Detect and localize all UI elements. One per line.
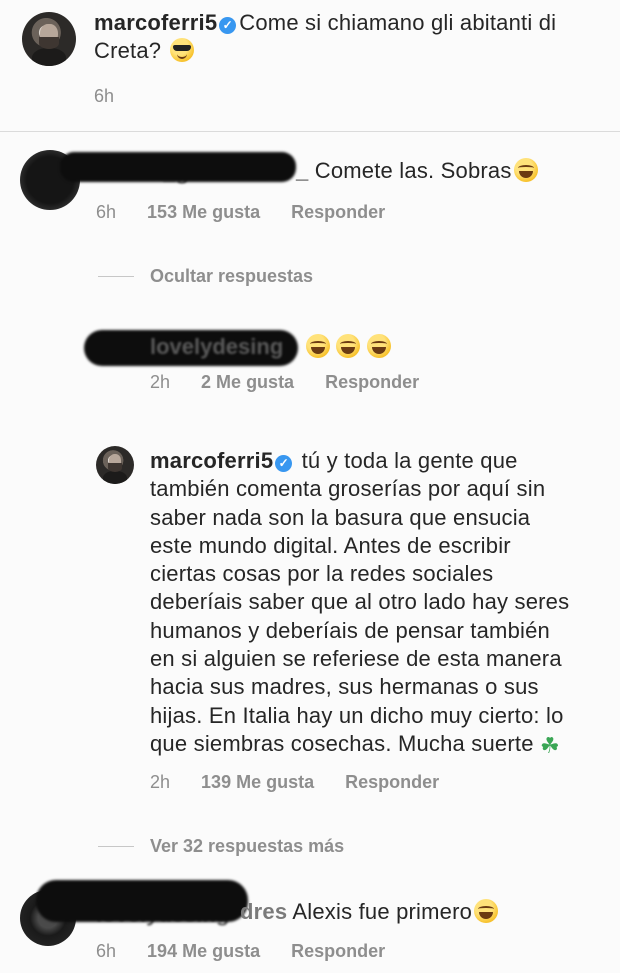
redacted-username-ghost: lovelydesing <box>150 334 284 359</box>
reply-2-line-10: hijas. En Italia hay un dicho muy cierto… <box>150 702 564 728</box>
reply-2-meta: 2h 139 Me gusta Responder <box>150 772 439 793</box>
reply-2-likes[interactable]: 139 Me gusta <box>201 772 314 792</box>
rolling-laughing-emoji <box>366 334 391 358</box>
sunglasses-emoji <box>169 38 194 63</box>
reply-2-reply-button[interactable]: Responder <box>345 772 439 792</box>
rolling-laughing-emoji <box>513 158 538 182</box>
rolling-laughing-emoji <box>306 334 330 358</box>
comment-2-reply-button[interactable]: Responder <box>291 941 385 961</box>
comment-1-likes[interactable]: 153 Me gusta <box>147 202 260 222</box>
verified-badge-icon: ✓ <box>219 17 237 34</box>
comment-2-text: Alexis fue primero <box>292 899 473 924</box>
reply-2-line-2: también comenta groserías por aquí sin <box>150 476 546 502</box>
reply-1-likes[interactable]: 2 Me gusta <box>201 372 294 392</box>
rolling-laughing-emoji <box>474 899 499 923</box>
verified-badge-icon: ✓ <box>275 455 293 472</box>
avatar-figure <box>31 47 67 66</box>
post-time: 6h <box>94 86 115 106</box>
comment-1-username-suffix[interactable]: _ <box>296 158 308 183</box>
reply-2-line-1: tú y toda la gente que <box>301 448 518 473</box>
author-avatar[interactable] <box>22 12 76 66</box>
reply-2-username[interactable]: marcoferri5 <box>150 448 273 473</box>
comment-1-meta: 6h 153 Me gusta Responder <box>96 202 385 223</box>
reply-2-body: marcoferri5 ✓ tú y toda la gente que tamb… <box>150 447 620 760</box>
post-author-username[interactable]: marcoferri5 <box>94 10 217 35</box>
caption-divider <box>0 131 620 132</box>
comment-1-time: 6h <box>96 202 117 222</box>
avatar-beard <box>39 36 59 49</box>
reply-2-line-9: hacia sus madres, sus hermanas o sus <box>150 674 539 700</box>
view-more-replies-button[interactable]: Ver 32 respuestas más <box>150 836 344 857</box>
reply-2-line-5: ciertas cosas por la redes sociales <box>150 561 494 587</box>
avatar-beard <box>108 463 122 472</box>
comment-2-time: 6h <box>96 941 117 961</box>
reply-1-time: 2h <box>150 372 171 392</box>
comment-2-likes[interactable]: 194 Me gusta <box>147 941 260 961</box>
reply-2-line-8: en si alguien se referiese de esta maner… <box>150 646 562 672</box>
reply-1-meta: 2h 2 Me gusta Responder <box>150 372 419 393</box>
reply-2-line-7: humanos y deberíais de pensar también <box>150 617 550 643</box>
hide-replies-button[interactable]: Ocultar respuestas <box>150 266 313 287</box>
author-avatar[interactable] <box>96 446 134 484</box>
reply-2-line-6: deberíais saber que al otro lado hay ser… <box>150 589 570 615</box>
caption-line-2: Creta? <box>94 38 162 64</box>
reply-2-time: 2h <box>150 772 171 792</box>
comment-2-meta: 6h 194 Me gusta Responder <box>96 941 385 962</box>
post-caption: marcoferri5 ✓ Come si chiamano gli abitant… <box>94 9 620 66</box>
replies-line <box>98 846 134 847</box>
caption-line-1: Come si chiamano gli abitanti di <box>239 10 557 35</box>
comment-1-reply-button[interactable]: Responder <box>291 202 385 222</box>
replies-line <box>98 276 134 277</box>
comment-2-username-tail[interactable]: dres <box>240 899 287 924</box>
reply-2-line-3: saber nada son la basura que ensucia <box>150 504 531 530</box>
four-leaf-clover-emoji: ☘ <box>539 732 560 758</box>
reply-2-line-11: que siembras cosechas. Mucha suerte <box>150 730 534 756</box>
avatar-figure <box>102 471 128 484</box>
reply-2-line-4: este mundo digital. Antes de escribir <box>150 532 511 558</box>
reply-1-reply-button[interactable]: Responder <box>325 372 419 392</box>
comment-1-body: _ Comete las. Sobras <box>96 157 538 185</box>
rolling-laughing-emoji <box>336 334 361 358</box>
comment-2-body: dres Alexis fue primero <box>96 898 499 926</box>
reply-1-emojis <box>304 334 391 359</box>
comment-1-text: Comete las. Sobras <box>314 158 512 183</box>
